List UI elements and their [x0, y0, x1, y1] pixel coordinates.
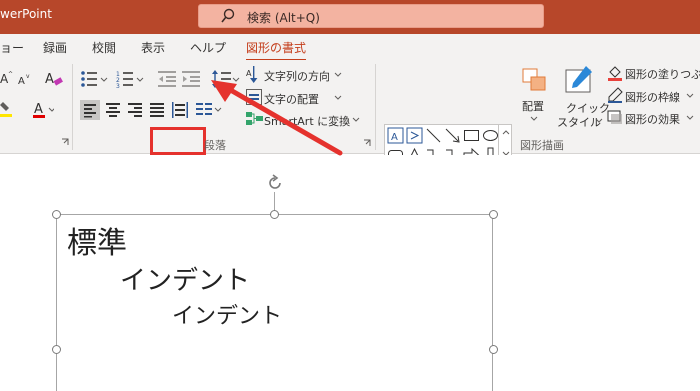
- font-color-icon[interactable]: A: [32, 100, 54, 120]
- search-icon: [221, 8, 235, 23]
- numbering-icon[interactable]: 1 2 3: [116, 70, 144, 88]
- increase-indent-icon[interactable]: [182, 71, 200, 87]
- align-left-icon[interactable]: [80, 100, 100, 120]
- vertical-text-box-shape-icon[interactable]: [406, 127, 423, 144]
- clear-formatting-icon[interactable]: A: [44, 68, 64, 88]
- paragraph-dialog-launcher-icon[interactable]: [363, 139, 371, 147]
- tab-record[interactable]: 録画: [43, 39, 67, 56]
- distributed-icon[interactable]: [172, 102, 188, 118]
- chevron-down-icon[interactable]: [595, 118, 603, 124]
- resize-handle-top-left[interactable]: [52, 210, 61, 219]
- rectangle-shape-icon[interactable]: [463, 127, 480, 144]
- rotate-handle-icon[interactable]: [266, 174, 284, 192]
- quick-styles-icon[interactable]: [563, 64, 595, 96]
- search-label: 検索 (Alt+Q): [247, 11, 320, 25]
- justify-icon[interactable]: [150, 102, 164, 118]
- group-separator: [375, 64, 376, 150]
- text-box-shape-icon[interactable]: A: [387, 127, 404, 144]
- ribbon: A ^ A v A A 1 2 3 A 文字列の方向 文字の配置 SmartAr…: [0, 60, 700, 186]
- align-right-icon[interactable]: [128, 102, 142, 118]
- resize-handle-right[interactable]: [489, 345, 498, 354]
- app-title: werPoint: [0, 7, 52, 21]
- tab-slideshow[interactable]: ョー: [0, 39, 24, 56]
- gallery-up-icon[interactable]: [502, 129, 510, 135]
- tab-shape-format[interactable]: 図形の書式: [246, 39, 307, 61]
- chevron-down-icon[interactable]: [352, 117, 360, 123]
- arrow-line-shape-icon[interactable]: [444, 127, 461, 144]
- svg-text:A: A: [45, 72, 54, 87]
- shrink-font-icon[interactable]: A v: [18, 72, 32, 86]
- grow-font-icon[interactable]: A ^: [0, 70, 14, 86]
- slide-text-line-3[interactable]: インデント: [172, 298, 282, 330]
- resize-handle-top-right[interactable]: [489, 210, 498, 219]
- line-shape-icon[interactable]: [425, 127, 442, 144]
- shape-outline-label[interactable]: 図形の枠線: [625, 89, 680, 105]
- drawing-group-label: 図形描画: [520, 139, 564, 152]
- title-bar: werPoint 検索 (Alt+Q): [0, 0, 700, 34]
- slide-text-line-1[interactable]: 標準: [67, 218, 127, 262]
- search-box[interactable]: 検索 (Alt+Q): [198, 4, 544, 28]
- arrange-label[interactable]: 配置: [522, 98, 544, 114]
- svg-text:A: A: [18, 76, 25, 86]
- oval-shape-icon[interactable]: [482, 127, 499, 144]
- chevron-down-icon[interactable]: [686, 93, 694, 99]
- shape-effects-icon[interactable]: [607, 109, 623, 125]
- annotation-arrow-icon: [211, 80, 343, 156]
- ribbon-tabs: ョー 録画 校閲 表示 ヘルプ 図形の書式: [0, 34, 700, 61]
- svg-text:A: A: [391, 132, 398, 143]
- shape-outline-icon[interactable]: [607, 87, 623, 103]
- svg-text:^: ^: [8, 71, 13, 78]
- svg-text:3: 3: [116, 83, 120, 88]
- svg-text:A: A: [34, 102, 43, 117]
- chevron-down-icon[interactable]: [530, 116, 538, 122]
- align-center-icon[interactable]: [106, 102, 120, 118]
- tab-view[interactable]: 表示: [141, 39, 165, 56]
- shape-fill-icon[interactable]: [607, 65, 623, 81]
- slide-text-line-2[interactable]: インデント: [120, 260, 250, 297]
- resize-handle-top[interactable]: [270, 210, 279, 219]
- highlight-color-icon[interactable]: [0, 100, 14, 118]
- decrease-indent-icon[interactable]: [158, 71, 176, 87]
- shape-fill-label[interactable]: 図形の塗りつぶし: [625, 66, 700, 82]
- svg-text:v: v: [26, 73, 30, 80]
- bullets-icon[interactable]: [80, 70, 108, 88]
- shape-effects-label[interactable]: 図形の効果: [625, 111, 680, 127]
- tab-help[interactable]: ヘルプ: [190, 39, 226, 56]
- font-dialog-launcher-icon[interactable]: [61, 138, 69, 146]
- chevron-down-icon[interactable]: [686, 115, 694, 121]
- group-separator: [72, 64, 73, 150]
- resize-handle-left[interactable]: [52, 345, 61, 354]
- arrange-icon[interactable]: [519, 66, 549, 96]
- indent-buttons-highlight: [150, 127, 206, 155]
- svg-text:A: A: [246, 69, 252, 78]
- tab-review[interactable]: 校閲: [92, 39, 116, 56]
